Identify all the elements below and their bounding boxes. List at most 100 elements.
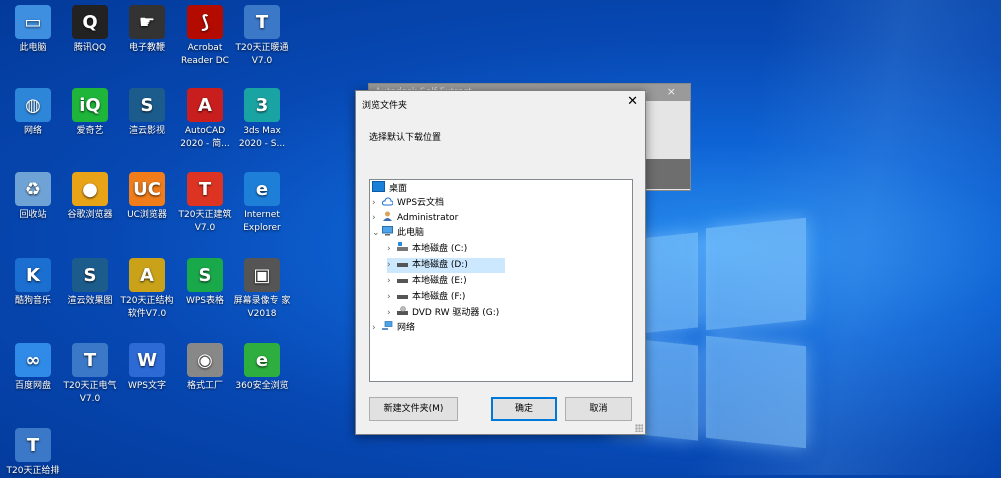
tree-item-drive-d[interactable]: › 本地磁盘 (D:) [387,258,505,273]
chevron-right-icon[interactable]: › [387,274,397,289]
desktop-icon[interactable]: e Internet Explorer [233,172,291,235]
desktop-icon[interactable]: 3 3ds Max 2020 - S... [233,88,291,151]
desktop-icon-label: T20天正电气 V7.0 [63,381,117,404]
resize-grip-icon[interactable] [635,424,643,432]
desktop-icon-label: 格式工厂 [186,381,223,391]
chevron-right-icon[interactable]: › [372,196,382,211]
chevron-right-icon[interactable]: › [372,321,382,336]
desktop-icon[interactable]: S 渲云影视 [118,88,176,138]
tree-item-label: 本地磁盘 (D:) [412,260,468,270]
desktop-icon-label: AutoCAD 2020 - 简... [180,126,230,149]
drive-icon [397,258,408,267]
ok-button[interactable]: 确定 [491,397,557,421]
desktop-icon-label: 此电脑 [19,43,47,53]
tree-item-administrator[interactable]: › Administrator [372,211,458,226]
dvd-drive-icon [397,306,408,315]
recycle-bin-icon: ♻ [15,172,51,206]
close-icon[interactable]: ✕ [627,94,638,109]
chevron-right-icon[interactable]: › [372,211,382,226]
desktop-icon[interactable]: A AutoCAD 2020 - 简... [176,88,234,151]
wps-sheet-icon: S [187,258,223,292]
new-folder-button[interactable]: 新建文件夹(M) [369,397,458,421]
computer-icon: ▭ [15,5,51,39]
desktop-icon[interactable]: ▣ 屏幕录像专 家V2018 [233,258,291,321]
screen-recorder-icon: ▣ [244,258,280,292]
tree-item-this-pc[interactable]: ⌄ 此电脑 [372,226,424,241]
desktop-icon[interactable]: e 360安全浏览 [233,343,291,393]
desktop-icon[interactable]: UC UC浏览器 [118,172,176,222]
desktop-icon[interactable]: W WPS文字 [118,343,176,393]
desktop-icon-label: 腾讯QQ [73,43,107,53]
tree-item-wps-cloud[interactable]: › WPS云文档 [372,196,444,211]
desktop-icon[interactable]: Q 腾讯QQ [61,5,119,55]
desktop-icon[interactable]: T T20天正给排 [4,428,62,478]
desktop-icon[interactable]: T T20天正暖通 V7.0 [233,5,291,68]
desktop-icon[interactable]: T T20天正电气 V7.0 [61,343,119,406]
tree-item-label: 桌面 [389,184,408,194]
desktop-icon-label: T20天正给排 [6,466,60,476]
tree-item-label: 此电脑 [397,228,425,238]
desktop-icon-label: 网络 [23,126,42,136]
desktop-icon[interactable]: ◉ 格式工厂 [176,343,234,393]
desktop-icon-label: 渲云效果图 [67,296,113,306]
dialog-title: 浏览文件夹 [362,101,408,111]
desktop-icon-label: 屏幕录像专 家V2018 [233,296,291,319]
t20-struct-icon: A [129,258,165,292]
desktop-icon[interactable]: ● 谷歌浏览器 [61,172,119,222]
desktop-icon-label: 电子教鞭 [128,43,165,53]
desktop-icon-label: 百度网盘 [14,381,51,391]
tree-item-dvd-g[interactable]: › DVD RW 驱动器 (G:) [387,306,499,321]
desktop-icon-label: T20天正结构 软件V7.0 [120,296,174,319]
acrobat-icon: ⟆ [187,5,223,39]
user-icon [382,211,393,221]
background-window-controls[interactable]: – × [642,85,684,98]
folder-tree[interactable]: 桌面 › WPS云文档 › Administrator ⌄ 此电脑 › 本地磁盘 (C:… [369,179,633,382]
t20-elec-icon: T [72,343,108,377]
desktop-icon[interactable]: T T20天正建筑 V7.0 [176,172,234,235]
tree-item-label: 本地磁盘 (C:) [412,244,468,254]
desktop-icon[interactable]: ▭ 此电脑 [4,5,62,55]
desktop-icon[interactable]: ∞ 百度网盘 [4,343,62,393]
t20-hvac-icon: T [244,5,280,39]
tree-item-desktop[interactable]: 桌面 [372,181,407,196]
teaching-pointer-icon: ☛ [129,5,165,39]
computer-icon [382,226,393,236]
tree-item-drive-c[interactable]: › 本地磁盘 (C:) [387,242,467,257]
desktop-icon[interactable]: ◍ 网络 [4,88,62,138]
chevron-right-icon[interactable]: › [387,306,397,321]
desktop-icon[interactable]: iQ 爱奇艺 [61,88,119,138]
network-icon [382,321,393,330]
chevron-right-icon[interactable]: › [387,242,397,257]
chevron-right-icon[interactable]: › [387,258,397,273]
desktop-icon[interactable]: K 酷狗音乐 [4,258,62,308]
desktop-icon[interactable]: S WPS表格 [176,258,234,308]
desktop-icon[interactable]: S 渲云效果图 [61,258,119,308]
chevron-right-icon[interactable]: › [387,290,397,305]
drive-icon [397,290,408,299]
browse-folder-dialog: 浏览文件夹 ✕ 选择默认下载位置 桌面 › WPS云文档 › Administrat… [355,90,646,435]
iqiyi-icon: iQ [72,88,108,122]
desktop-icon-label: UC浏览器 [127,210,167,220]
desktop-icon[interactable]: A T20天正结构 软件V7.0 [118,258,176,321]
dialog-prompt: 选择默认下载位置 [369,133,442,143]
desktop-icon-label: 3ds Max 2020 - S... [238,126,286,149]
t20-arch-icon: T [187,172,223,206]
desktop-icon-label: 谷歌浏览器 [67,210,113,220]
desktop-icon[interactable]: ☛ 电子教鞭 [118,5,176,55]
wps-writer-icon: W [129,343,165,377]
desktop-icon[interactable]: ♻ 回收站 [4,172,62,222]
desktop-icon-label: Acrobat Reader DC [181,43,229,66]
tree-item-label: WPS云文档 [397,198,445,208]
tree-item-label: 本地磁盘 (F:) [412,292,466,302]
ie-icon: e [244,172,280,206]
desktop-icon-label: 渲云影视 [128,126,165,136]
desktop-icon[interactable]: ⟆ Acrobat Reader DC [176,5,234,68]
cancel-button[interactable]: 取消 [565,397,632,421]
tree-item-network[interactable]: › 网络 [372,321,415,336]
tree-item-label: DVD RW 驱动器 (G:) [412,308,500,318]
desktop-icon-label: T20天正建筑 V7.0 [178,210,232,233]
tree-item-drive-e[interactable]: › 本地磁盘 (E:) [387,274,467,289]
chevron-down-icon[interactable]: ⌄ [372,226,382,241]
tree-item-drive-f[interactable]: › 本地磁盘 (F:) [387,290,465,305]
tree-item-label: 网络 [397,323,416,333]
